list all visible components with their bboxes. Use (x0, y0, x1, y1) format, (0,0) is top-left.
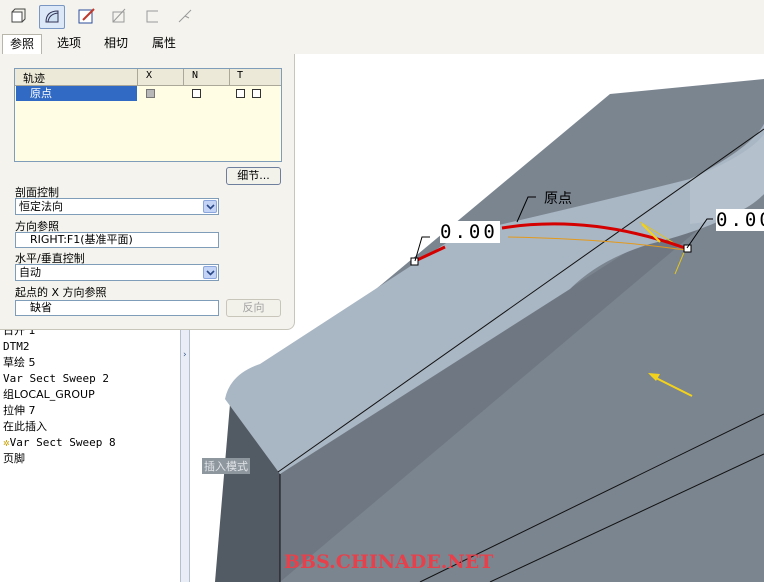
solid-icon[interactable] (6, 5, 32, 29)
tree-item[interactable]: Var Sect Sweep 2 (3, 372, 109, 386)
tab-options[interactable]: 选项 (50, 34, 88, 54)
tab-properties[interactable]: 属性 (145, 34, 183, 54)
open-section-icon[interactable] (141, 5, 167, 29)
dashboard-toolbar (0, 0, 764, 34)
table-row[interactable]: 原点 (15, 86, 281, 101)
x-checkbox[interactable] (146, 89, 155, 98)
dimension-left[interactable]: 0.00 (440, 221, 500, 243)
flip-button[interactable]: 反向 (226, 299, 281, 317)
active-feature-icon: ✲ (3, 436, 10, 449)
tab-references[interactable]: 参照 (2, 34, 42, 54)
chevron-down-icon[interactable] (203, 200, 217, 213)
expand-arrow-icon[interactable]: › (183, 350, 187, 360)
horizontal-vertical-control-select[interactable]: 自动 (15, 264, 219, 281)
direction-reference-field[interactable]: RIGHT:F1(基准平面) (15, 232, 219, 248)
line-icon[interactable] (173, 5, 199, 29)
tree-item[interactable]: DTM2 (3, 340, 30, 354)
column-x: X (146, 70, 153, 81)
sketch-edit-icon[interactable] (74, 5, 100, 29)
section-icon[interactable] (107, 5, 133, 29)
dimension-right[interactable]: 0.00 (716, 209, 764, 231)
watermark: BBS.CHINADE.NET (284, 551, 494, 573)
start-x-reference-field[interactable]: 缺省 (15, 300, 219, 316)
tab-tangency[interactable]: 相切 (97, 34, 135, 54)
tree-item[interactable]: 草绘 5 (3, 356, 36, 370)
tree-item[interactable]: 组LOCAL_GROUP (3, 388, 95, 402)
column-trajectory: 轨迹 (23, 72, 45, 85)
start-x-reference-label: 起点的 X 方向参照 (15, 286, 107, 299)
trajectory-name[interactable]: 原点 (16, 86, 137, 101)
n-checkbox[interactable] (192, 89, 201, 98)
dashboard-tabs: 参照 选项 相切 属性 (0, 34, 764, 54)
t-checkbox-2[interactable] (252, 89, 261, 98)
insert-mode-label: 插入模式 (202, 458, 250, 474)
details-button[interactable]: 细节... (226, 167, 281, 185)
trajectory-table[interactable]: 轨迹 X N T 原点 (14, 68, 282, 162)
column-t: T (237, 70, 244, 81)
tree-item-active[interactable]: ✲Var Sect Sweep 8 (3, 436, 116, 450)
column-n: N (192, 70, 199, 81)
chevron-down-icon[interactable] (203, 266, 217, 279)
section-control-select[interactable]: 恒定法向 (15, 198, 219, 215)
surface-icon[interactable] (39, 5, 65, 29)
tree-item[interactable]: 拉伸 7 (3, 404, 36, 418)
t-checkbox[interactable] (236, 89, 245, 98)
trajectory-table-header: 轨迹 X N T (15, 69, 281, 86)
origin-label: 原点 (544, 191, 572, 207)
tree-item[interactable]: 页脚 (3, 452, 25, 466)
tree-insert-here[interactable]: 在此插入 (3, 420, 47, 434)
